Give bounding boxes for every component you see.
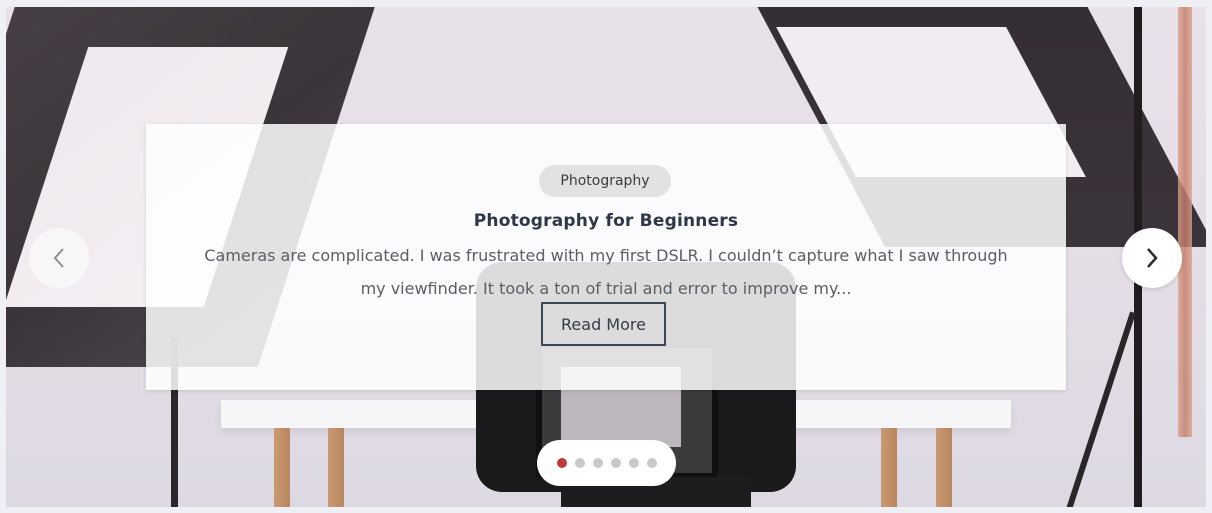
pagination-dot[interactable] (628, 458, 639, 468)
previous-slide-button[interactable] (29, 228, 89, 288)
slide-excerpt: Cameras are complicated. I was frustrate… (204, 246, 1008, 298)
pagination-dot[interactable] (556, 458, 567, 468)
read-more-button[interactable]: Read More (541, 302, 666, 346)
pagination-dot[interactable] (646, 458, 657, 468)
slide-caption-card: Photography Photography for Beginners Ca… (146, 124, 1066, 390)
next-slide-button[interactable] (1122, 228, 1182, 288)
slide-pagination (537, 440, 676, 486)
hero-slider: Photography Photography for Beginners Ca… (6, 7, 1206, 507)
chevron-left-icon (53, 248, 64, 268)
pagination-dot[interactable] (592, 458, 603, 468)
pagination-dot[interactable] (574, 458, 585, 468)
pagination-dot[interactable] (610, 458, 621, 468)
category-badge[interactable]: Photography (539, 165, 671, 197)
chevron-right-icon (1147, 248, 1158, 268)
slide-title[interactable]: Photography for Beginners (146, 211, 1066, 231)
